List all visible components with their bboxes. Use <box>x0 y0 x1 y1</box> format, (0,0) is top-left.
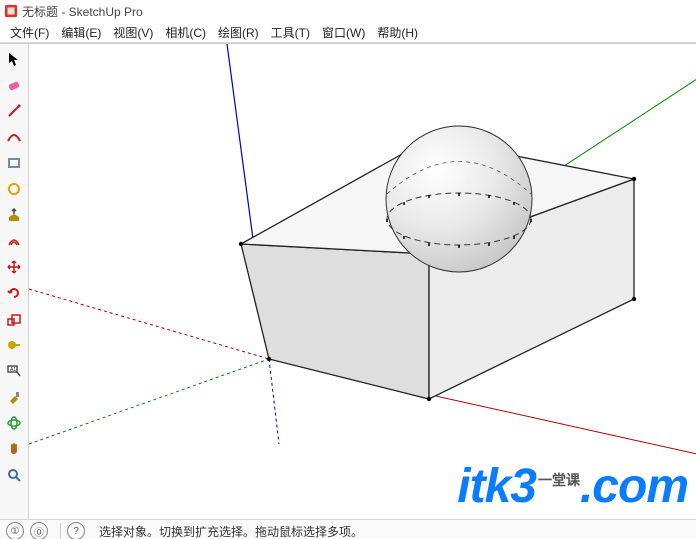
line-tool[interactable] <box>2 99 26 123</box>
svg-text:A1: A1 <box>10 367 16 373</box>
circle-tool[interactable] <box>2 177 26 201</box>
menu-1[interactable]: 编辑(E) <box>55 24 107 41</box>
separator <box>60 523 61 539</box>
select-tool[interactable] <box>2 47 26 71</box>
menu-4[interactable]: 绘图(R) <box>212 24 265 41</box>
move-tool[interactable] <box>2 255 26 279</box>
status-help-icon[interactable]: ? <box>67 522 85 539</box>
paint-tool[interactable] <box>2 385 26 409</box>
viewport[interactable]: itk3一堂课.com <box>29 44 696 519</box>
toolbar: A1 <box>0 44 29 519</box>
zoom-tool[interactable] <box>2 463 26 487</box>
window-title: 无标题 - SketchUp Pro <box>22 3 143 20</box>
eraser-tool[interactable] <box>2 73 26 97</box>
scene-canvas <box>29 44 696 519</box>
tape-tool[interactable] <box>2 333 26 357</box>
menu-3[interactable]: 相机(C) <box>159 24 212 41</box>
text-tool[interactable]: A1 <box>2 359 26 383</box>
statusbar: ① ⓪ ? 选择对象。切换到扩充选择。拖动鼠标选择多项。 <box>0 519 696 539</box>
orbit-tool[interactable] <box>2 411 26 435</box>
workspace: A1 <box>0 43 696 519</box>
scale-tool[interactable] <box>2 307 26 331</box>
arc-tool[interactable] <box>2 125 26 149</box>
titlebar: 无标题 - SketchUp Pro <box>0 0 696 22</box>
menu-7[interactable]: 帮助(H) <box>371 24 424 41</box>
rotate-tool[interactable] <box>2 281 26 305</box>
menu-0[interactable]: 文件(F) <box>4 24 55 41</box>
menubar: 文件(F)编辑(E)视图(V)相机(C)绘图(R)工具(T)窗口(W)帮助(H) <box>0 22 696 43</box>
menu-6[interactable]: 窗口(W) <box>316 24 371 41</box>
rectangle-tool[interactable] <box>2 151 26 175</box>
menu-5[interactable]: 工具(T) <box>265 24 316 41</box>
scene-sphere <box>386 126 532 272</box>
status-text: 选择对象。切换到扩充选择。拖动鼠标选择多项。 <box>99 523 363 539</box>
menu-2[interactable]: 视图(V) <box>107 24 159 41</box>
offset-tool[interactable] <box>2 229 26 253</box>
status-geo-icon[interactable]: ⓪ <box>30 522 48 539</box>
app-icon <box>4 4 18 18</box>
status-info-icon[interactable]: ① <box>6 522 24 539</box>
pushpull-tool[interactable] <box>2 203 26 227</box>
pan-tool[interactable] <box>2 437 26 461</box>
